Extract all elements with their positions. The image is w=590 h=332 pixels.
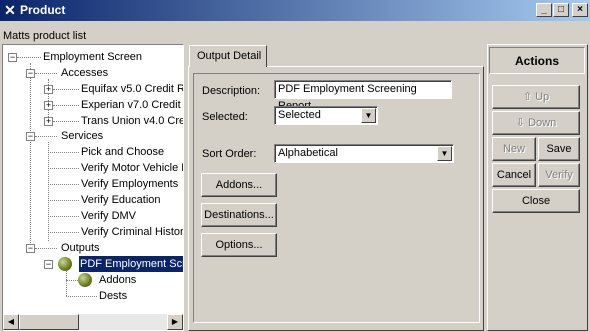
tree-label: Verify Education <box>81 194 161 206</box>
addons-button[interactable]: Addons... <box>201 173 277 197</box>
sort-order-value: Alphabetical <box>278 147 338 159</box>
up-label: Up <box>535 91 550 103</box>
collapse-outputs-icon[interactable]: − <box>26 244 35 253</box>
tree-label: Dests <box>99 290 128 302</box>
verify-button[interactable]: Verify <box>538 163 580 187</box>
expand-icon[interactable]: + <box>44 101 53 110</box>
product-window: ✕ Product _ □ × Matts product list − Emp… <box>0 0 590 332</box>
collapse-accesses-icon[interactable]: − <box>26 69 35 78</box>
minimize-button[interactable]: _ <box>536 3 552 17</box>
save-button[interactable]: Save <box>538 137 580 161</box>
tab-output-detail[interactable]: Output Detail <box>189 45 267 67</box>
collapse-root-icon[interactable]: − <box>8 53 17 62</box>
arrow-up-icon: ⇧ <box>522 91 533 103</box>
close-button[interactable]: Close <box>492 189 580 213</box>
tree-label: Services <box>61 130 104 142</box>
tree-label: Verify Criminal History <box>81 226 184 238</box>
down-label: Down <box>528 117 557 129</box>
cancel-button[interactable]: Cancel <box>492 163 536 187</box>
new-button[interactable]: New <box>492 137 536 161</box>
up-button[interactable]: ⇧ Up <box>492 85 580 109</box>
title-bar: ✕ Product _ □ × <box>0 0 590 21</box>
tree-label: Employment Screen <box>43 51 143 63</box>
scroll-right-icon[interactable]: ▶ <box>167 314 183 330</box>
tab-label: Output Detail <box>197 50 262 62</box>
tree-label: Experian v7.0 Credit R <box>81 99 184 111</box>
tree-label: Verify Motor Vehicle F <box>81 162 184 174</box>
tree-label: Trans Union v4.0 Cre <box>81 115 184 127</box>
selected-select[interactable]: Selected ▼ <box>274 106 378 125</box>
chevron-down-icon[interactable]: ▼ <box>361 108 376 123</box>
expand-icon[interactable]: + <box>44 85 53 94</box>
close-window-button[interactable]: × <box>572 3 588 17</box>
tree-label: PDF Employment Scre <box>78 255 183 273</box>
sort-order-select[interactable]: Alphabetical ▼ <box>274 144 454 163</box>
scroll-left-icon[interactable]: ◀ <box>3 314 19 330</box>
expand-icon[interactable]: + <box>44 117 53 126</box>
collapse-services-icon[interactable]: − <box>26 132 35 141</box>
actions-title: Actions <box>489 47 585 74</box>
addons-node-icon <box>78 273 92 287</box>
window-title: Product <box>20 3 66 17</box>
description-field[interactable]: PDF Employment Screening Report <box>274 80 452 112</box>
output-node-icon <box>58 257 72 271</box>
selected-label: Selected: <box>202 111 248 123</box>
destinations-button[interactable]: Destinations... <box>201 203 277 227</box>
product-tree[interactable]: − Employment Screen − Accesses + Equifax… <box>2 44 184 331</box>
description-label: Description: <box>202 85 261 97</box>
down-button[interactable]: ⇩ Down <box>492 111 580 135</box>
tree-label: Outputs <box>61 242 100 254</box>
chevron-down-icon[interactable]: ▼ <box>437 146 452 161</box>
sort-order-label: Sort Order: <box>202 148 257 160</box>
tree-label: Pick and Choose <box>81 146 165 158</box>
collapse-output-icon[interactable]: − <box>44 260 53 269</box>
maximize-button[interactable]: □ <box>553 3 569 17</box>
scroll-thumb[interactable] <box>19 314 79 330</box>
tree-label: Addons <box>99 274 137 286</box>
app-icon: ✕ <box>4 2 16 18</box>
options-button[interactable]: Options... <box>201 233 277 257</box>
tree-label: Accesses <box>61 67 109 79</box>
tree-label: Verify Employments <box>81 178 179 190</box>
tree-label: Equifax v5.0 Credit Re <box>81 83 184 95</box>
arrow-down-icon: ⇩ <box>515 117 526 129</box>
tree-horizontal-scrollbar[interactable]: ◀ ▶ <box>3 314 183 330</box>
selected-value: Selected <box>278 109 321 121</box>
tree-label: Verify DMV <box>81 210 137 222</box>
product-list-label: Matts product list <box>3 30 87 42</box>
